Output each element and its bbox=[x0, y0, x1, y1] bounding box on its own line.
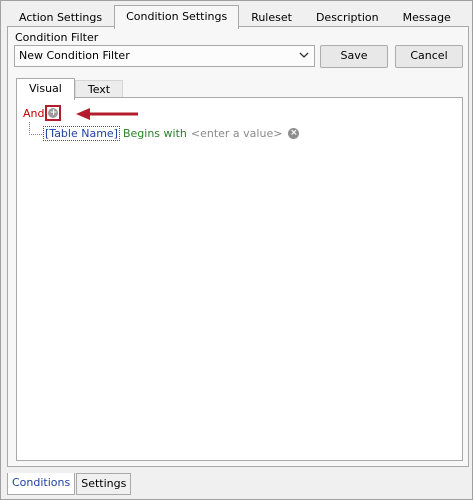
add-condition-highlight: + bbox=[45, 105, 62, 121]
tab-condition-settings[interactable]: Condition Settings bbox=[114, 5, 240, 29]
bottom-tab-strip: Conditions Settings bbox=[7, 473, 132, 495]
window-frame: Action Settings Condition Settings Rules… bbox=[0, 0, 473, 500]
x-circle-icon[interactable]: × bbox=[288, 127, 300, 139]
condition-value[interactable]: <enter a value> bbox=[191, 127, 283, 140]
chevron-down-icon[interactable] bbox=[296, 46, 312, 66]
condition-settings-panel: Condition Filter New Condition Filter Sa… bbox=[7, 26, 469, 467]
condition-operator[interactable]: Begins with bbox=[123, 127, 187, 140]
condition-filter-select[interactable]: New Condition Filter bbox=[14, 45, 315, 67]
pointer-arrow-icon bbox=[76, 108, 138, 120]
condition-filter-value: New Condition Filter bbox=[19, 49, 130, 62]
cancel-button[interactable]: Cancel bbox=[395, 45, 463, 68]
condition-field[interactable]: [Table Name] bbox=[43, 125, 120, 141]
save-button[interactable]: Save bbox=[320, 45, 388, 68]
tab-settings[interactable]: Settings bbox=[76, 473, 132, 495]
group-operator[interactable]: And bbox=[23, 107, 44, 120]
editor-tab-strip: Visual Text bbox=[16, 78, 124, 100]
top-tab-strip: Action Settings Condition Settings Rules… bbox=[7, 5, 463, 29]
tab-conditions[interactable]: Conditions bbox=[7, 473, 76, 495]
condition-row: [Table Name] Begins with <enter a value>… bbox=[43, 125, 300, 141]
condition-filter-label: Condition Filter bbox=[15, 31, 99, 44]
tab-visual[interactable]: Visual bbox=[16, 78, 75, 100]
visual-editor: And + [Table Name] Begins with <enter a … bbox=[16, 97, 463, 461]
plus-circle-icon[interactable]: + bbox=[48, 108, 59, 118]
tree-connector bbox=[29, 122, 44, 135]
group-row: And + bbox=[23, 105, 62, 121]
